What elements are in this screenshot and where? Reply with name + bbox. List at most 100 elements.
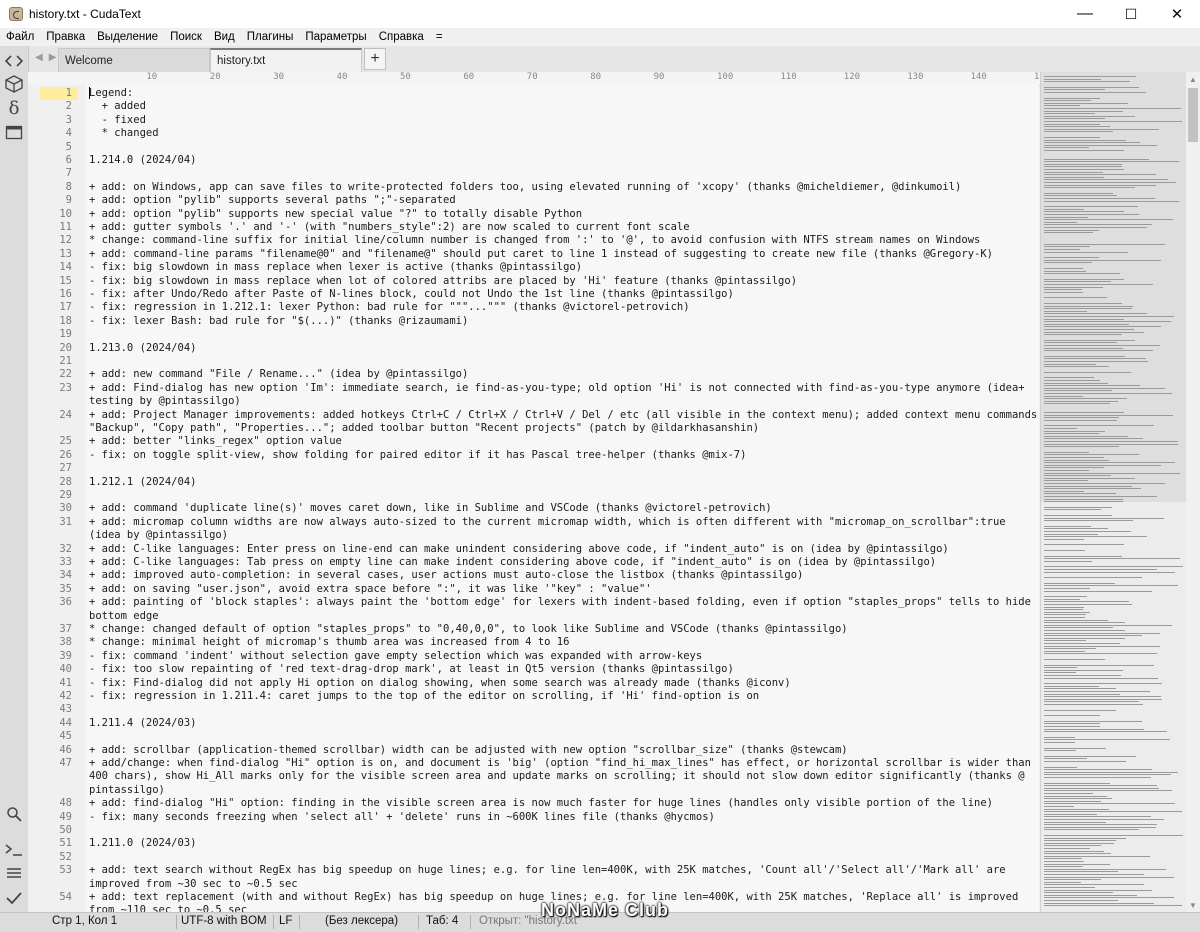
- minimap-line: [1044, 675, 1121, 676]
- tab-welcome[interactable]: Welcome: [58, 48, 210, 72]
- minimap-line: [1044, 683, 1162, 685]
- line-number: 10: [59, 207, 72, 220]
- editor[interactable]: Legend: + added - fixed * changed 1.214.0…: [86, 85, 1039, 912]
- delta-icon[interactable]: δ: [4, 98, 24, 119]
- scroll-down-icon[interactable]: ▼: [1186, 898, 1200, 912]
- minimap[interactable]: [1040, 72, 1187, 912]
- minimap-line: [1044, 395, 1083, 397]
- code-tree-icon[interactable]: [4, 51, 24, 71]
- minimap-line: [1044, 755, 1136, 757]
- minimap-line: [1044, 268, 1083, 269]
- status-lexer[interactable]: (Без лексера): [325, 915, 398, 927]
- minimap-line: [1044, 517, 1164, 519]
- gutter: 1 2 3 4 5 6 7 8 9 10 11 12 13 14 15 16 17 18 19 20 21 22 23 24 2…: [28, 85, 86, 912]
- minimap-line: [1044, 169, 1124, 170]
- minimap-line: [1044, 531, 1131, 532]
- status-position[interactable]: Стр 1, Кол 1: [52, 915, 117, 927]
- minimap-line: [1044, 525, 1091, 527]
- code-line: + add: option "pylib" supports several p…: [89, 194, 456, 207]
- minimap-line: [1044, 669, 1123, 671]
- minimap-line: [1044, 393, 1172, 394]
- status-line-ending[interactable]: LF: [279, 915, 292, 927]
- minimap-line: [1044, 92, 1146, 93]
- line-number: 1: [65, 87, 72, 99]
- minimap-line: [1044, 558, 1180, 560]
- minimap-line: [1044, 842, 1114, 844]
- minimap-line: [1044, 622, 1125, 624]
- minimap-line: [1044, 454, 1139, 456]
- menu-item-5[interactable]: Плагины: [241, 31, 300, 43]
- check-icon[interactable]: [4, 888, 24, 908]
- menu-item-7[interactable]: Справка: [373, 31, 430, 43]
- project-icon[interactable]: [4, 74, 24, 94]
- minimap-line: [1044, 257, 1099, 259]
- menu-item-2[interactable]: Выделение: [91, 31, 164, 43]
- line-number: 50: [59, 824, 72, 836]
- ruler-label: 90: [653, 72, 665, 82]
- code-line: 1.213.0 (2024/04): [89, 341, 197, 354]
- minimap-line: [1044, 387, 1165, 389]
- minimap-line: [1044, 769, 1152, 771]
- code-line: * changed: [89, 127, 159, 140]
- line-number: 8: [65, 180, 72, 193]
- minimap-line: [1044, 902, 1154, 904]
- line-number: 44: [59, 716, 72, 729]
- minimap-line: [1044, 377, 1094, 379]
- minimap-line: [1044, 739, 1170, 741]
- code-line: "Backup", "Copy path", "Properties..."; …: [89, 422, 760, 434]
- minimap-line: [1044, 323, 1129, 325]
- ruler-label: 50: [400, 72, 411, 82]
- minimap-line: [1044, 894, 1137, 896]
- menu-item-4[interactable]: Вид: [208, 31, 241, 43]
- menu-item-1[interactable]: Правка: [40, 31, 91, 43]
- menu-item-0[interactable]: Файл: [0, 31, 40, 43]
- status-encoding[interactable]: UTF-8 with BOM: [181, 915, 267, 927]
- minimap-line: [1044, 550, 1085, 551]
- menu-item-6[interactable]: Параметры: [299, 31, 372, 43]
- maximize-button[interactable]: ☐: [1108, 0, 1154, 28]
- code-line: + add: new command "File / Rename..." (i…: [89, 368, 469, 381]
- minimap-line: [1044, 693, 1120, 695]
- minimap-line: [1044, 198, 1155, 199]
- vertical-scrollbar[interactable]: ▲ ▼: [1186, 72, 1200, 912]
- minimap-line: [1044, 438, 1143, 440]
- folder-icon[interactable]: [4, 122, 24, 142]
- minimap-line: [1044, 457, 1104, 458]
- code-line: + add: C-like languages: Enter press on …: [89, 542, 949, 555]
- minimap-line: [1044, 472, 1180, 474]
- menu-item-8[interactable]: =: [430, 31, 449, 43]
- tab-history-txt[interactable]: history.txt: [210, 48, 362, 72]
- scrollbar-thumb[interactable]: [1188, 88, 1198, 142]
- minimap-line: [1044, 609, 1083, 611]
- minimap-line: [1044, 664, 1154, 666]
- add-tab-button[interactable]: +: [364, 48, 386, 70]
- status-tab-size[interactable]: Таб: 4: [426, 915, 458, 927]
- menu-item-3[interactable]: Поиск: [164, 31, 208, 43]
- minimap-line: [1044, 766, 1077, 768]
- code-line: - fixed: [89, 113, 146, 126]
- minimap-line: [1044, 582, 1115, 584]
- minimap-line: [1044, 798, 1112, 800]
- minimap-line: [1044, 897, 1174, 899]
- code-line: - fix: too slow repainting of 'red text-…: [89, 663, 734, 676]
- close-button[interactable]: ✕: [1154, 0, 1200, 28]
- search-icon[interactable]: [4, 804, 24, 824]
- minimap-line: [1044, 826, 1156, 828]
- scroll-up-icon[interactable]: ▲: [1186, 72, 1200, 86]
- code-line: - fix: big slowdown in mass replace when…: [89, 274, 798, 287]
- code-line: - fix: regression in 1.211.4: caret jump…: [89, 690, 760, 702]
- code-line: - fix: many seconds freezing when 'selec…: [89, 810, 715, 823]
- code-line: - fix: big slowdown in mass replace when…: [89, 261, 583, 274]
- line-number: 29: [59, 489, 72, 501]
- code-line: + add: Project Manager improvements: add…: [89, 408, 1038, 421]
- code-line: Legend:: [89, 87, 134, 99]
- tab-label: history.txt: [217, 55, 266, 67]
- console-icon[interactable]: [4, 840, 24, 860]
- minimize-button[interactable]: —: [1062, 0, 1108, 28]
- minimap-line: [1044, 475, 1111, 477]
- minimap-line: [1044, 216, 1088, 218]
- minimap-line: [1044, 102, 1128, 104]
- list-icon[interactable]: [4, 864, 24, 884]
- code-line: - fix: after Undo/Redo after Paste of N-…: [89, 288, 734, 300]
- minimap-line: [1044, 200, 1179, 202]
